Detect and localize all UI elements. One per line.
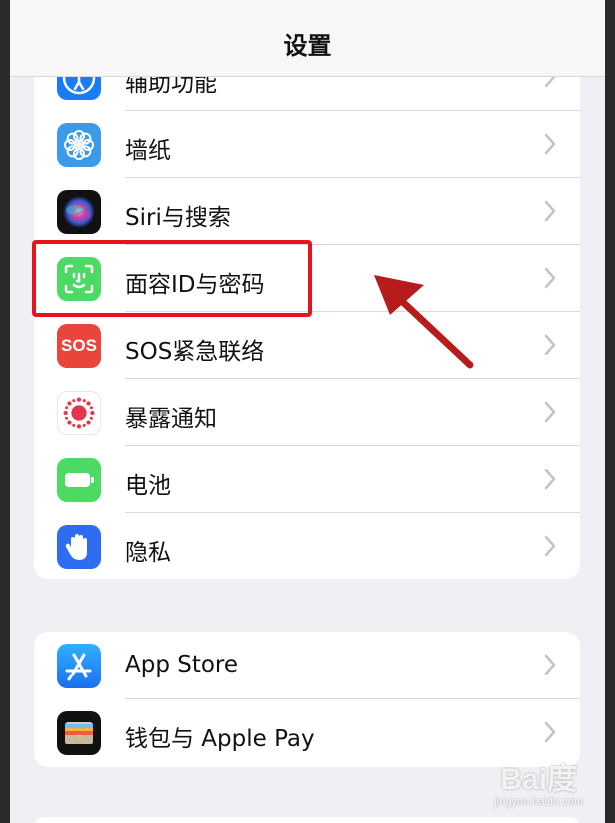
settings-row-privacy[interactable]: 隐私 (34, 513, 580, 579)
chevron-right-icon (544, 334, 556, 356)
face-id-icon (57, 257, 101, 301)
settings-screen: 辅助功能 墙纸 Siri与搜索 面容ID与密码 SOS SOS紧急联络 暴露通知… (10, 0, 605, 823)
settings-row-label: 墙纸 (125, 138, 171, 164)
wallet-icon (57, 711, 101, 755)
settings-row-label: 面容ID与密码 (125, 272, 265, 298)
settings-group-next (34, 817, 580, 823)
settings-row-face-id[interactable]: 面容ID与密码 (34, 245, 580, 312)
watermark: Bai度 jingyan.baidu.com (494, 765, 583, 809)
settings-row-label: 钱包与 Apple Pay (125, 726, 315, 752)
navigation-bar: 设置 (10, 0, 605, 77)
chevron-right-icon (544, 267, 556, 289)
settings-row-label: App Store (125, 652, 239, 678)
chevron-right-icon (544, 535, 556, 557)
chevron-right-icon (544, 133, 556, 155)
settings-group-general: 辅助功能 墙纸 Siri与搜索 面容ID与密码 SOS SOS紧急联络 暴露通知… (34, 44, 580, 579)
settings-row-app-store[interactable]: App Store (34, 632, 580, 699)
settings-row-label: SOS紧急联络 (125, 339, 265, 365)
chevron-right-icon (544, 721, 556, 743)
chevron-right-icon (544, 468, 556, 490)
settings-row-label: Siri与搜索 (125, 205, 231, 231)
settings-row-wallpaper[interactable]: 墙纸 (34, 111, 580, 178)
chevron-right-icon (544, 401, 556, 423)
exposure-notification-icon (57, 391, 101, 435)
battery-icon (57, 458, 101, 502)
settings-row-label: 电池 (125, 473, 171, 499)
page-title: 设置 (283, 32, 332, 60)
app-store-icon (57, 644, 101, 688)
settings-row-sos[interactable]: SOS SOS紧急联络 (34, 312, 580, 379)
settings-row-battery[interactable]: 电池 (34, 446, 580, 513)
settings-row-label: 隐私 (125, 540, 171, 566)
privacy-hand-icon (57, 525, 101, 569)
watermark-url: jingyan.baidu.com (494, 796, 583, 808)
sos-icon-text: SOS (61, 336, 97, 355)
settings-row-siri[interactable]: Siri与搜索 (34, 178, 580, 245)
settings-group-store: App Store 钱包与 Apple Pay (34, 632, 580, 767)
watermark-brand: Bai度 (500, 763, 577, 796)
wallpaper-flower-icon (57, 123, 101, 167)
sos-icon: SOS (57, 324, 101, 368)
settings-row-label: 暴露通知 (125, 406, 217, 432)
siri-icon (57, 190, 101, 234)
settings-row-exposure[interactable]: 暴露通知 (34, 379, 580, 446)
chevron-right-icon (544, 200, 556, 222)
arrow-annotation-icon (374, 275, 474, 369)
chevron-right-icon (544, 654, 556, 676)
settings-row-wallet[interactable]: 钱包与 Apple Pay (34, 699, 580, 766)
